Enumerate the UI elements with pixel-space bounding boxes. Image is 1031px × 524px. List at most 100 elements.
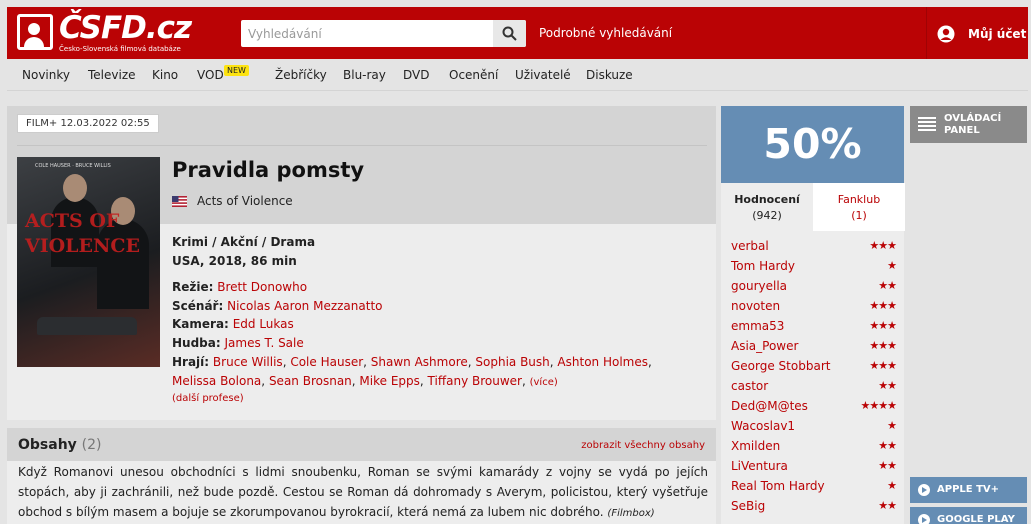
csfd-logo[interactable]: ČSFD.cz Česko-Slovenská filmová databáze [17,10,192,54]
film-poster[interactable]: COLE HAUSER · BRUCE WILLIS ACTS OF VIOLE… [17,157,160,367]
control-panel-label: OVLÁDACÍ PANEL [944,113,1001,137]
music-link[interactable]: James T. Sale [225,336,304,350]
star-rating: ★★★★ [860,399,897,412]
rating-tabs: Hodnocení (942) Fanklub (1) [721,183,905,231]
account-button[interactable]: Můj účet [926,7,1028,59]
nav-item-televize[interactable]: Televize [88,68,136,82]
tab-fanclub-count: (1) [851,209,867,222]
actor-link[interactable]: Bruce Willis [213,355,283,369]
list-item: Tom Hardy ★ [731,257,897,277]
user-link[interactable]: Real Tom Hardy [731,479,825,493]
user-icon [937,25,955,43]
search-input[interactable] [241,20,493,47]
user-link[interactable]: verbal [731,239,769,253]
user-link[interactable]: Asia_Power [731,339,798,353]
user-link[interactable]: Xmilden [731,439,780,453]
user-ratings-list: verbal ★★★ Tom Hardy ★ gouryella ★★ novoten… [721,231,904,524]
actor-link[interactable]: Cole Hauser [290,355,363,369]
play-icon [918,514,930,524]
list-item: castor ★★ [731,377,897,397]
plot-source: (Filmbox) [607,508,655,519]
actor-link[interactable]: Sophia Bush [475,355,549,369]
user-link[interactable]: emma53 [731,319,784,333]
tab-ratings-count: (942) [752,209,782,222]
user-link[interactable]: SeBig [731,499,765,513]
user-link[interactable]: Ded@M@tes [731,399,808,413]
advanced-search-link[interactable]: Podrobné vyhledávání [539,26,672,40]
tab-ratings-label: Hodnocení [734,193,800,206]
nav-item-vod[interactable]: VOD NEW [197,65,249,82]
poster-face [63,174,87,202]
plot-text: Když Romanovi unesou obchodníci s lidmi … [18,462,708,524]
nav-item-oceneni[interactable]: Ocenění [449,68,498,82]
crew-writer: Scénář: Nicolas Aaron Mezzanatto [172,299,383,313]
user-link[interactable]: Wacoslav1 [731,419,795,433]
star-rating: ★★ [878,499,897,512]
list-item: verbal ★★★ [731,237,897,257]
star-rating: ★ [887,479,897,492]
nav-item-bluray[interactable]: Blu-ray [343,68,386,82]
google-play-button[interactable]: GOOGLE PLAY [910,507,1027,524]
apple-tv-button[interactable]: APPLE TV+ [910,477,1027,503]
plot-count: (2) [81,437,102,453]
menu-icon [918,117,936,131]
crew-camera: Kamera: Edd Lukas [172,317,294,331]
actor-link[interactable]: Melissa Bolona [172,374,261,388]
actor-link[interactable]: Ashton Holmes [557,355,648,369]
rating-box: 50% Hodnocení (942) Fanklub (1) verbal ★★… [721,106,905,524]
star-rating: ★★★ [869,359,897,372]
nav-item-uzivatele[interactable]: Uživatelé [515,68,571,82]
camera-link[interactable]: Edd Lukas [233,317,294,331]
star-rating: ★★ [878,279,897,292]
control-panel-button[interactable]: OVLÁDACÍ PANEL [910,106,1027,143]
top-header: ČSFD.cz Česko-Slovenská filmová databáze… [7,7,1028,59]
logo-subtitle: Česko-Slovenská filmová databáze [59,45,181,53]
poster-car [37,317,137,335]
user-link[interactable]: novoten [731,299,780,313]
usa-flag-icon [172,196,187,207]
star-rating: ★★★ [869,339,897,352]
search-button[interactable] [493,20,526,47]
plot-box: Obsahy (2) zobrazit všechny obsahy Když … [7,428,716,524]
nav-item-zebricky[interactable]: Žebříčky [275,68,327,82]
account-label: Můj účet [968,27,1027,41]
film-origin: USA, 2018, 86 min [172,254,297,268]
tab-fanclub-label: Fanklub [837,193,881,206]
more-professions-link[interactable]: (další profese) [172,393,244,404]
user-link[interactable]: George Stobbart [731,359,830,373]
actor-link[interactable]: Mike Epps [359,374,419,388]
nav-item-dvd[interactable]: DVD [403,68,429,82]
more-cast-link[interactable]: (více) [530,377,558,388]
list-item: Xmilden ★★ [731,437,897,457]
list-item: Wacoslav1 ★ [731,417,897,437]
user-link[interactable]: LiVentura [731,459,788,473]
crew-label: Kamera: [172,317,229,331]
tab-ratings[interactable]: Hodnocení (942) [721,183,813,231]
nav-item-kino[interactable]: Kino [152,68,178,82]
actor-link[interactable]: Shawn Ashmore [371,355,468,369]
crew-music: Hudba: James T. Sale [172,336,304,350]
logo-icon [17,14,53,50]
film-genres: Krimi / Akční / Drama [172,235,316,249]
user-link[interactable]: castor [731,379,768,393]
list-item: SeBig ★★ [731,497,897,517]
actor-link[interactable]: Sean Brosnan [269,374,352,388]
star-rating: ★★ [878,379,897,392]
apple-tv-label: APPLE TV+ [937,484,1000,495]
plot-body: Když Romanovi unesou obchodníci s lidmi … [18,465,708,519]
nav-item-diskuze[interactable]: Diskuze [586,68,633,82]
director-link[interactable]: Brett Donowho [217,280,307,294]
plot-heading: Obsahy (2) [18,437,102,453]
divider [17,145,707,146]
user-link[interactable]: Tom Hardy [731,259,795,273]
film-title: Pravidla pomsty [172,158,365,182]
search-icon [502,26,517,41]
actor-link[interactable]: Tiffany Brouwer [428,374,522,388]
tab-fanclub[interactable]: Fanklub (1) [813,183,905,231]
crew-label: Hrají: [172,355,210,369]
crew-label: Scénář: [172,299,224,313]
show-all-plots-link[interactable]: zobrazit všechny obsahy [581,440,705,451]
user-link[interactable]: gouryella [731,279,787,293]
nav-item-novinky[interactable]: Novinky [22,68,70,82]
writer-link[interactable]: Nicolas Aaron Mezzanatto [227,299,382,313]
